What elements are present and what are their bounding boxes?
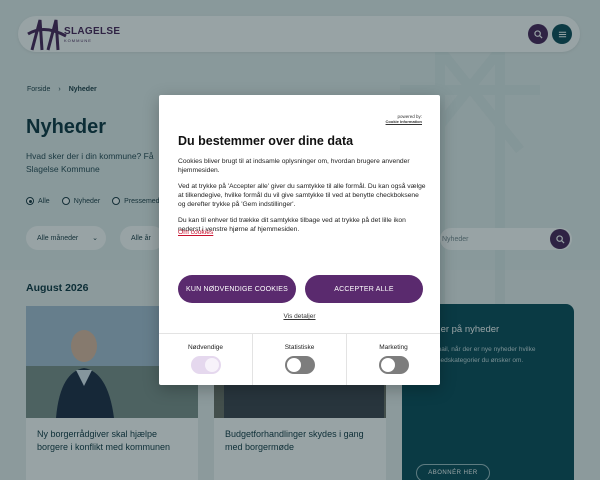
marketing-switch[interactable]	[378, 356, 409, 374]
toggle-marketing: Marketing	[346, 334, 440, 385]
toggle-label: Statistiske	[284, 344, 315, 351]
dialog-paragraph: Cookies bliver brugt til at indsamle opl…	[178, 158, 410, 174]
switch-knob	[204, 358, 219, 372]
consent-toggles: Nødvendige Statistiske Marketing	[159, 333, 440, 385]
powered-by: powered by: Cookie Information	[386, 114, 422, 124]
dialog-paragraph: Ved at trykke på 'Accepter alle' giver d…	[178, 183, 426, 208]
cookie-information-logo[interactable]: Cookie Information	[386, 119, 422, 124]
accept-all-button[interactable]: ACCEPTER ALLE	[305, 275, 423, 303]
dialog-paragraph: Du kan til enhver tid trække dit samtykk…	[178, 217, 406, 233]
switch-knob	[380, 358, 395, 372]
dialog-body: Cookies bliver brugt til at indsamle opl…	[178, 157, 426, 241]
statistics-switch[interactable]	[284, 356, 315, 374]
toggle-necessary: Nødvendige	[159, 334, 252, 385]
switch-knob	[286, 358, 301, 372]
show-details-link[interactable]: Vis detaljer	[159, 313, 440, 320]
necessary-only-button[interactable]: KUN NØDVENDIGE COOKIES	[178, 275, 296, 303]
necessary-switch	[190, 356, 221, 374]
cookie-consent-dialog: powered by: Cookie Information Du bestem…	[159, 95, 440, 385]
dialog-title: Du bestemmer over dine data	[178, 134, 354, 148]
toggle-label: Nødvendige	[187, 344, 224, 351]
dialog-actions: KUN NØDVENDIGE COOKIES ACCEPTER ALLE Vis…	[159, 257, 440, 331]
toggle-statistics: Statistiske	[252, 334, 346, 385]
about-cookies-link[interactable]: Om cookies	[178, 229, 213, 236]
toggle-label: Marketing	[379, 344, 408, 351]
